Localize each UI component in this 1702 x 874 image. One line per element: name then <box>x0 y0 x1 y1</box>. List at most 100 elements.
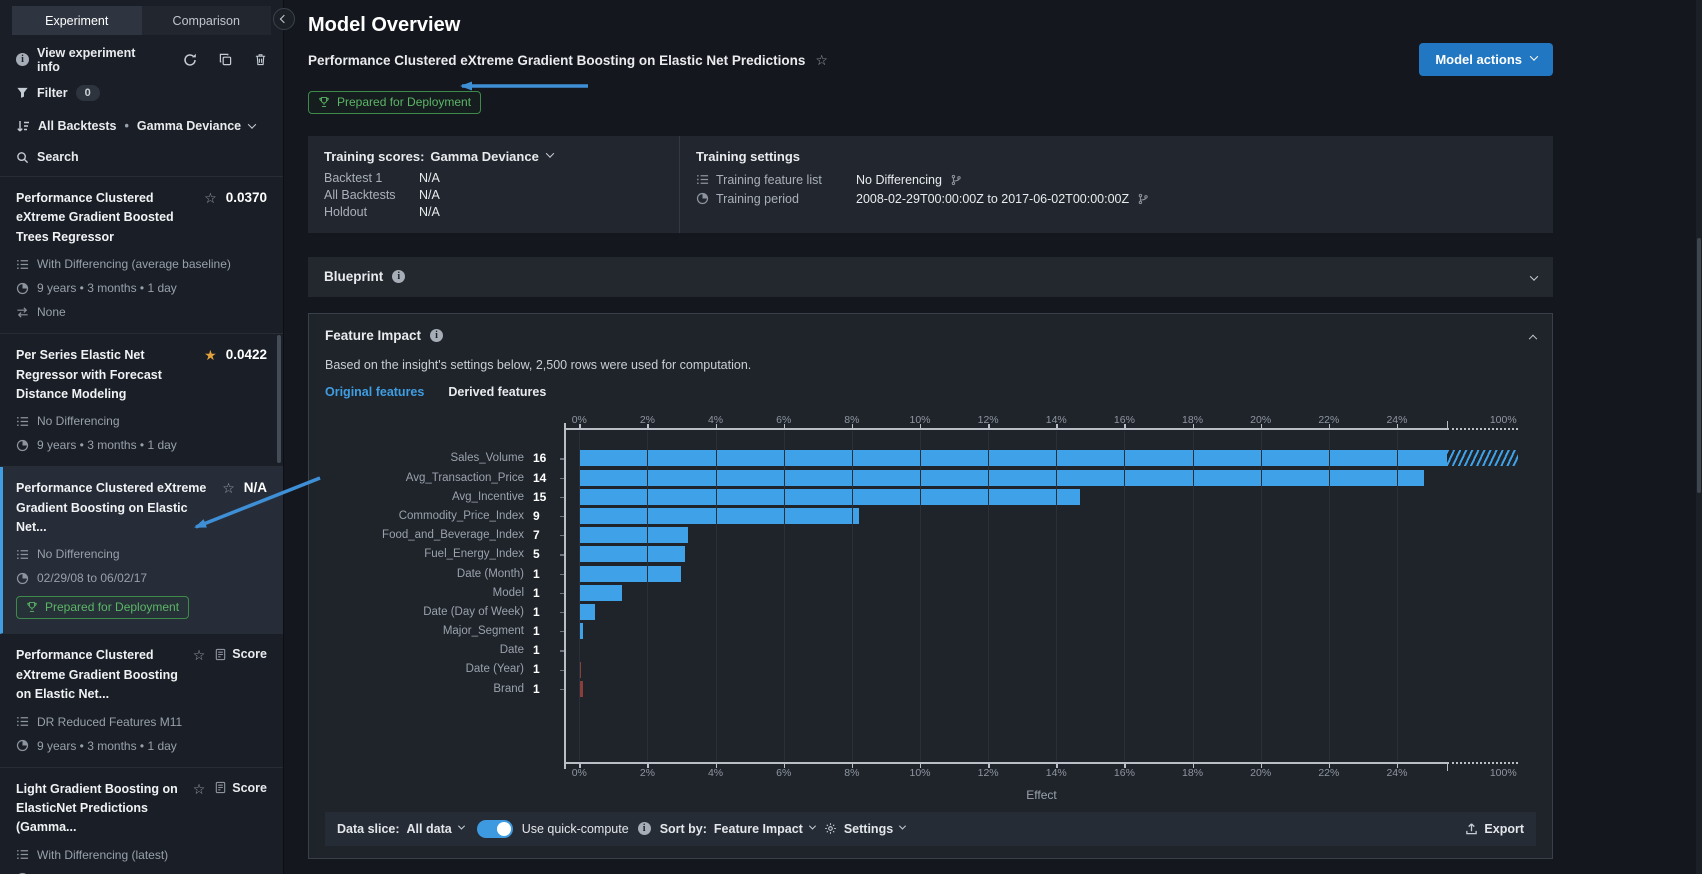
info-icon[interactable]: i <box>638 822 651 835</box>
axis-tick-label: 6% <box>776 767 791 779</box>
feature-row: Sales_Volume 16 <box>325 449 559 468</box>
impact-bar <box>579 508 858 524</box>
app-window: Experiment Comparison i View experiment … <box>0 0 1702 874</box>
tab-original-features[interactable]: Original features <box>325 385 424 399</box>
feature-row: Food_and_Beverage_Index7 <box>325 526 559 545</box>
search-input[interactable]: Search <box>37 150 79 164</box>
feature-list-label: Training feature list <box>716 173 822 187</box>
score-row-value: N/A <box>419 205 663 219</box>
gear-icon <box>824 822 837 835</box>
refresh-icon[interactable] <box>183 53 197 67</box>
data-slice-dropdown[interactable]: Data slice:All data <box>337 822 464 836</box>
x-axis-top: 0%2%4%6%8%10%12%14%16%18%20%22%24%100% <box>565 411 1518 429</box>
sort-scope[interactable]: All Backtests <box>38 119 117 133</box>
score-row-value: N/A <box>419 171 663 185</box>
feature-count: 9 <box>533 509 559 523</box>
score-icon <box>214 648 227 661</box>
impact-bar <box>579 470 1424 486</box>
score-row-label: Holdout <box>324 205 419 219</box>
chart-labels: Sales_Volume16Avg_Transaction_Price14Avg… <box>325 449 559 802</box>
info-icon[interactable]: i <box>430 329 443 342</box>
tab-experiment[interactable]: Experiment <box>12 6 142 35</box>
model-card[interactable]: Performance Clustered eXtreme Gradient B… <box>0 634 283 767</box>
impact-bar <box>579 450 1446 466</box>
training-scores-section: Training scores: Gamma Deviance Backtest… <box>308 136 680 233</box>
sidebar-scrollbar[interactable] <box>277 335 281 463</box>
trophy-icon <box>318 96 330 108</box>
model-meta: 9 years • 3 months • 1 day <box>16 438 267 452</box>
axis-max-label: 100% <box>1490 414 1517 426</box>
score-row-value: N/A <box>419 188 663 202</box>
scrollbar-thumb[interactable] <box>1697 238 1701 493</box>
feature-row: Date1 <box>325 641 559 660</box>
impact-bar <box>579 546 685 562</box>
star-icon[interactable]: ☆ <box>222 480 235 497</box>
axis-tick-label: 18% <box>1182 767 1203 779</box>
star-icon[interactable]: ☆ <box>204 190 217 207</box>
training-metric-dropdown[interactable]: Gamma Deviance <box>430 149 538 164</box>
feature-row: Date (Month)1 <box>325 564 559 583</box>
feature-row: Commodity_Price_Index 9 <box>325 506 559 525</box>
sort-by-dropdown[interactable]: Sort by:Feature Impact <box>660 822 815 836</box>
model-title: Performance Clustered eXtreme Gradient B… <box>16 646 185 704</box>
compute-score-button[interactable]: Score <box>214 781 267 795</box>
sort-icon <box>16 119 30 133</box>
star-icon[interactable]: ☆ <box>193 781 206 798</box>
sidebar-tabbar: Experiment Comparison <box>12 6 271 35</box>
export-button[interactable]: Export <box>1465 822 1524 836</box>
export-icon <box>1465 822 1478 835</box>
trash-icon[interactable] <box>254 53 267 66</box>
list-icon <box>16 415 29 428</box>
feature-count: 1 <box>533 586 559 600</box>
list-icon <box>696 173 709 186</box>
feature-list-value: No Differencing <box>856 173 942 187</box>
feature-count: 1 <box>533 643 559 657</box>
clock-icon <box>16 739 29 752</box>
insight-toolbar: Data slice:All data Use quick-compute i … <box>325 812 1536 846</box>
chevron-down-icon <box>1530 52 1538 60</box>
collapse-sidebar-button[interactable] <box>273 8 295 30</box>
feature-count: 1 <box>533 567 559 581</box>
chevron-down-icon[interactable] <box>1531 270 1537 284</box>
impact-bar <box>579 604 594 620</box>
model-card[interactable]: Per Series Elastic Net Regressor with Fo… <box>0 334 283 467</box>
view-experiment-info-link[interactable]: View experiment info <box>37 46 153 74</box>
feature-count: 16 <box>533 451 559 465</box>
filter-button[interactable]: Filter <box>37 86 68 100</box>
model-actions-button[interactable]: Model actions <box>1419 43 1553 76</box>
feature-row: Date (Day of Week)1 <box>325 602 559 621</box>
feature-label: Commodity_Price_Index <box>399 510 524 522</box>
star-icon[interactable]: ★ <box>204 347 217 364</box>
search-icon <box>16 151 29 164</box>
quick-compute-toggle[interactable] <box>477 820 513 838</box>
feature-count: 5 <box>533 547 559 561</box>
copy-icon[interactable] <box>219 53 232 66</box>
compute-score-button[interactable]: Score <box>214 647 267 661</box>
star-icon[interactable]: ☆ <box>193 647 206 664</box>
tab-comparison[interactable]: Comparison <box>142 6 272 35</box>
feature-label: Avg_Incentive <box>452 491 524 503</box>
feature-label: Date (Day of Week) <box>423 606 524 618</box>
star-icon[interactable]: ☆ <box>815 52 828 69</box>
branch-icon[interactable] <box>950 174 962 186</box>
axis-max-label: 100% <box>1490 767 1517 779</box>
blueprint-section[interactable]: Blueprint i <box>308 257 1553 297</box>
sort-metric-dropdown[interactable]: Gamma Deviance <box>137 119 241 133</box>
feature-count: 1 <box>533 662 559 676</box>
model-score: N/A <box>244 480 267 495</box>
settings-dropdown[interactable]: Settings <box>824 822 905 836</box>
info-icon[interactable]: i <box>392 270 405 283</box>
tab-derived-features[interactable]: Derived features <box>448 385 546 399</box>
page-scrollbar[interactable] <box>1696 0 1702 874</box>
model-card[interactable]: Performance Clustered eXtreme Gradient B… <box>0 467 283 634</box>
training-period-value: 2008-02-29T00:00:00Z to 2017-06-02T00:00… <box>856 192 1129 206</box>
model-card[interactable]: Light Gradient Boosting on ElasticNet Pr… <box>0 768 283 874</box>
axis-tick-label: 8% <box>844 767 859 779</box>
axis-tick-label: 0% <box>572 767 587 779</box>
model-card[interactable]: Performance Clustered eXtreme Gradient B… <box>0 177 283 334</box>
feature-label: Sales_Volume <box>450 452 524 464</box>
list-icon <box>16 258 29 271</box>
branch-icon[interactable] <box>1137 193 1149 205</box>
chevron-up-icon[interactable] <box>1530 328 1536 342</box>
page-title: Model Overview <box>308 14 1553 37</box>
